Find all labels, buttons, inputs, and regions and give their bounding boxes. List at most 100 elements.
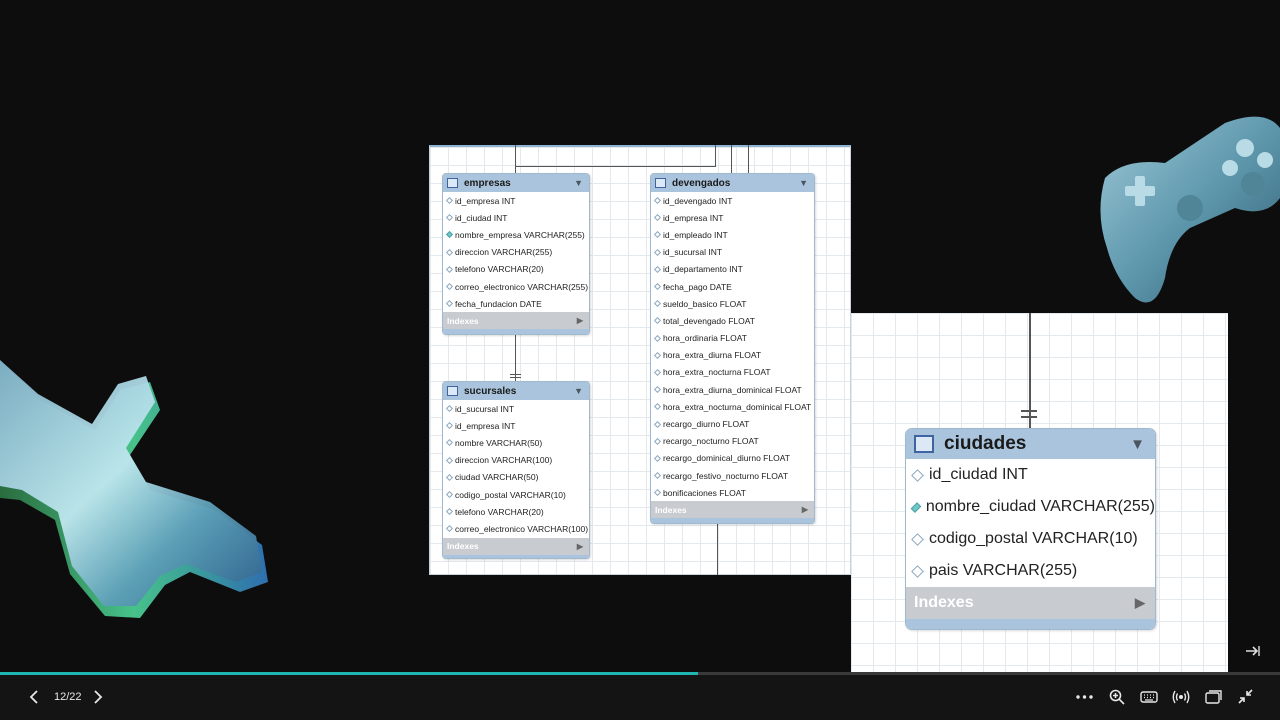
table-footer: [443, 554, 589, 558]
table-column[interactable]: id_ciudad INT: [906, 459, 1155, 491]
more-horizontal-icon[interactable]: [1076, 695, 1093, 699]
table-column[interactable]: correo_electronico VARCHAR(255): [443, 278, 589, 295]
column-label: telefono VARCHAR(20): [455, 264, 544, 275]
column-icon: [445, 214, 454, 222]
indexes-bar[interactable]: Indexes ▶: [443, 537, 589, 555]
table-column[interactable]: recargo_festivo_nocturno FLOAT: [651, 467, 814, 484]
table-icon: [447, 178, 458, 188]
collapse-arrow-icon[interactable]: ▼: [799, 178, 808, 188]
table-name: empresas: [464, 177, 511, 189]
table-column[interactable]: hora_ordinaria FLOAT: [651, 330, 814, 347]
index-column-icon: [445, 231, 454, 239]
table-devengados[interactable]: devengados ▼ id_devengado INT id_empresa …: [650, 173, 815, 524]
column-icon: [445, 265, 454, 273]
table-column[interactable]: id_empresa INT: [443, 192, 589, 209]
column-icon: [653, 248, 662, 256]
table-column[interactable]: nombre VARCHAR(50): [443, 434, 589, 451]
relationship-line: [731, 145, 732, 173]
table-column[interactable]: total_devengado FLOAT: [651, 312, 814, 329]
column-icon: [445, 422, 454, 430]
picture-in-picture-icon[interactable]: [1205, 690, 1222, 704]
table-column[interactable]: nombre_ciudad VARCHAR(255): [906, 491, 1155, 523]
column-label: id_empresa INT: [455, 420, 516, 431]
column-icon: [653, 282, 662, 291]
table-column[interactable]: id_sucursal INT: [651, 244, 814, 261]
table-column[interactable]: id_sucursal INT: [443, 400, 589, 417]
column-icon: [653, 300, 662, 308]
table-column[interactable]: telefono VARCHAR(20): [443, 503, 589, 520]
chevron-left-icon[interactable]: [29, 690, 39, 704]
chevron-right-icon[interactable]: [93, 690, 103, 704]
column-label: telefono VARCHAR(20): [455, 506, 544, 517]
column-label: id_sucursal INT: [663, 247, 723, 258]
player-controls: 12/22: [0, 675, 1280, 720]
column-icon: [653, 197, 662, 205]
column-icon: [653, 351, 662, 359]
column-icon: [653, 334, 662, 342]
table-name: devengados: [672, 177, 731, 189]
table-column[interactable]: telefono VARCHAR(20): [443, 261, 589, 278]
table-column[interactable]: recargo_diurno FLOAT: [651, 415, 814, 432]
table-column[interactable]: hora_extra_diurna FLOAT: [651, 347, 814, 364]
table-column[interactable]: codigo_postal VARCHAR(10): [443, 486, 589, 503]
relationship-line: [515, 166, 716, 167]
table-column[interactable]: ciudad VARCHAR(50): [443, 469, 589, 486]
table-column[interactable]: codigo_postal VARCHAR(10): [906, 523, 1155, 555]
table-column[interactable]: id_departamento INT: [651, 261, 814, 278]
table-header: empresas ▼: [443, 174, 589, 192]
exit-fullscreen-icon[interactable]: [1238, 689, 1253, 704]
indexes-bar[interactable]: Indexes ▶: [906, 587, 1155, 619]
collapse-arrow-icon[interactable]: ▼: [1130, 436, 1145, 453]
table-column[interactable]: direccion VARCHAR(255): [443, 244, 589, 261]
table-column[interactable]: fecha_fundacion DATE: [443, 295, 589, 312]
indexes-label: Indexes: [655, 504, 687, 515]
arrow-right-icon[interactable]: [1245, 644, 1260, 658]
indexes-bar[interactable]: Indexes ▶: [651, 501, 814, 519]
table-name: ciudades: [944, 433, 1027, 454]
keyboard-icon[interactable]: [1140, 691, 1158, 703]
collapse-arrow-icon[interactable]: ▼: [574, 386, 583, 396]
table-column[interactable]: nombre_empresa VARCHAR(255): [443, 226, 589, 243]
table-header: devengados ▼: [651, 174, 814, 192]
zoom-in-icon[interactable]: [1109, 689, 1125, 705]
table-column[interactable]: id_ciudad INT: [443, 209, 589, 226]
table-ciudades[interactable]: ciudades ▼ id_ciudad INT nombre_ciudad VA…: [905, 428, 1156, 630]
relationship-line: [748, 145, 749, 173]
table-column[interactable]: id_empresa INT: [443, 417, 589, 434]
cardinality-mark: [1021, 416, 1037, 418]
table-column[interactable]: bonificaciones FLOAT: [651, 484, 814, 501]
table-column[interactable]: hora_extra_nocturna FLOAT: [651, 364, 814, 381]
table-column[interactable]: hora_extra_nocturna_dominical FLOAT: [651, 398, 814, 415]
column-list: id_devengado INT id_empresa INT id_emplead…: [651, 192, 814, 501]
cardinality-mark: [510, 374, 521, 375]
table-column[interactable]: correo_electronico VARCHAR(100): [443, 520, 589, 537]
column-list: id_empresa INT id_ciudad INT nombre_empres…: [443, 192, 589, 312]
table-column[interactable]: fecha_pago DATE: [651, 278, 814, 295]
column-label: hora_ordinaria FLOAT: [663, 333, 747, 344]
table-header: ciudades ▼: [906, 429, 1155, 459]
expand-arrow-icon: ▶: [576, 541, 583, 551]
table-column[interactable]: id_empleado INT: [651, 226, 814, 243]
column-icon: [653, 317, 662, 325]
table-column[interactable]: direccion VARCHAR(100): [443, 452, 589, 469]
table-header: sucursales ▼: [443, 382, 589, 400]
table-column[interactable]: id_devengado INT: [651, 192, 814, 209]
table-footer: [906, 619, 1155, 629]
indexes-bar[interactable]: Indexes ▶: [443, 312, 589, 330]
column-label: recargo_festivo_nocturno FLOAT: [663, 470, 789, 481]
column-label: id_departamento INT: [663, 264, 743, 275]
table-column[interactable]: id_empresa INT: [651, 209, 814, 226]
column-label: nombre_ciudad VARCHAR(255): [925, 498, 1155, 515]
table-column[interactable]: recargo_nocturno FLOAT: [651, 433, 814, 450]
slide-counter: 12/22: [54, 691, 82, 703]
column-icon: [653, 214, 662, 222]
table-column[interactable]: pais VARCHAR(255): [906, 555, 1155, 587]
collapse-arrow-icon[interactable]: ▼: [574, 178, 583, 188]
broadcast-icon[interactable]: [1172, 689, 1190, 705]
table-column[interactable]: sueldo_basico FLOAT: [651, 295, 814, 312]
table-column[interactable]: hora_extra_diurna_dominical FLOAT: [651, 381, 814, 398]
column-label: hora_extra_diurna_dominical FLOAT: [663, 384, 802, 395]
table-empresas[interactable]: empresas ▼ id_empresa INT id_ciudad INT no…: [442, 173, 590, 335]
table-sucursales[interactable]: sucursales ▼ id_sucursal INT id_empresa I…: [442, 381, 590, 559]
table-column[interactable]: recargo_dominical_diurno FLOAT: [651, 450, 814, 467]
